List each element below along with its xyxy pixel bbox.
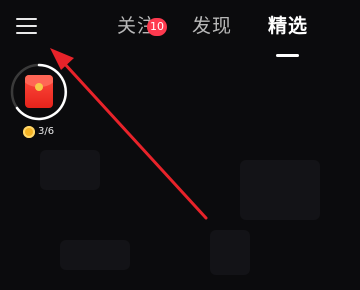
annotation-arrow xyxy=(50,48,208,220)
